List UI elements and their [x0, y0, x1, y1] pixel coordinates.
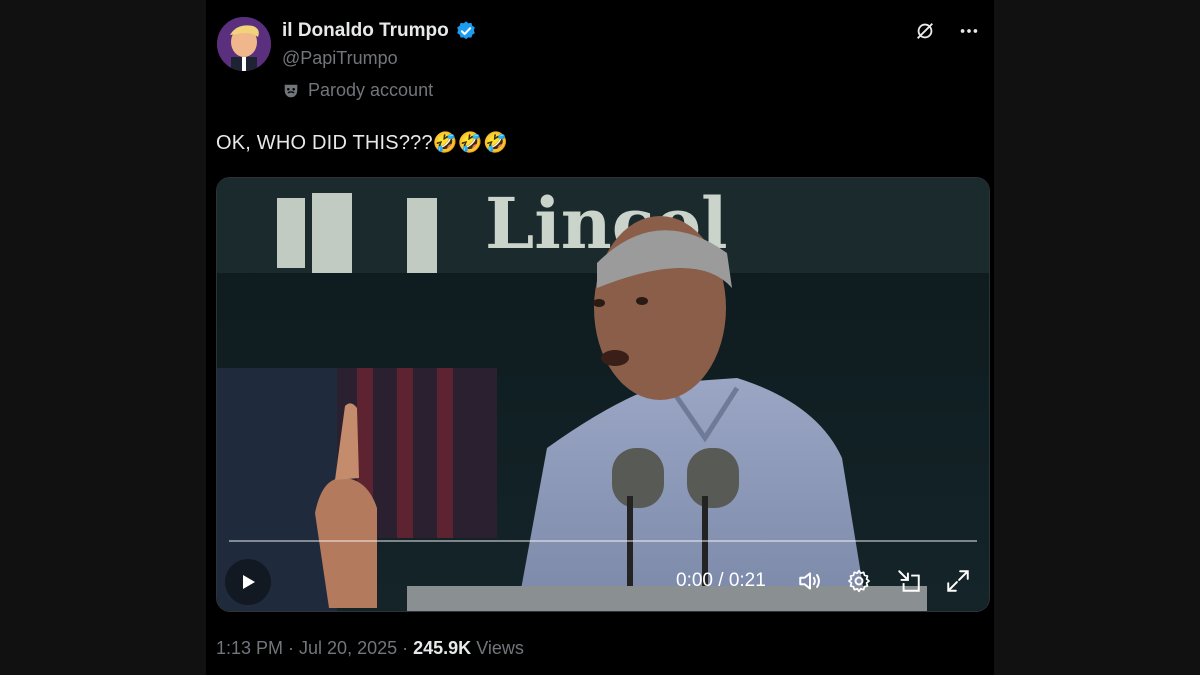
- play-icon: [243, 575, 255, 589]
- views-label: Views: [476, 638, 524, 658]
- parody-label-text: Parody account: [308, 80, 434, 100]
- video-frame: Lincol: [217, 178, 989, 611]
- tweet-timestamp[interactable]: 1:13 PM · Jul 20, 2025 ·: [216, 638, 408, 658]
- picture-in-picture-icon: [898, 570, 920, 592]
- volume-icon: [799, 572, 820, 590]
- tweet-meta: 1:13 PM · Jul 20, 2025 · 245.9K Views: [216, 638, 524, 659]
- video-progress-bar[interactable]: [229, 540, 977, 542]
- volume-button[interactable]: [797, 568, 823, 594]
- settings-button[interactable]: [846, 568, 872, 594]
- tweet-top-actions: [914, 20, 980, 42]
- views-count: 245.9K: [413, 638, 472, 658]
- gear-icon: [848, 569, 870, 593]
- parody-label: Parody account: [282, 80, 433, 101]
- avatar[interactable]: [217, 17, 271, 71]
- fullscreen-icon: [947, 570, 969, 592]
- account-handle[interactable]: @PapiTrumpo: [282, 48, 398, 69]
- fullscreen-button[interactable]: [945, 568, 971, 594]
- verified-badge-icon: [456, 21, 475, 40]
- more-icon[interactable]: [958, 20, 980, 42]
- picture-in-picture-button[interactable]: [896, 568, 922, 594]
- theater-mask-icon: [284, 84, 298, 97]
- grok-icon[interactable]: [914, 20, 936, 42]
- screenshot-stage: il Donaldo Trumpo @PapiTrumpo Parody acc…: [0, 0, 1200, 675]
- tweet-card: il Donaldo Trumpo @PapiTrumpo Parody acc…: [206, 0, 994, 675]
- play-button[interactable]: [225, 559, 271, 605]
- display-name[interactable]: il Donaldo Trumpo: [282, 20, 449, 42]
- tweet-text: OK, WHO DID THIS???🤣🤣🤣: [216, 132, 509, 154]
- account-name-row: il Donaldo Trumpo: [282, 20, 477, 42]
- video-time: 0:00 / 0:21: [676, 570, 766, 591]
- video-player[interactable]: Lincol 0:00 / 0:21: [216, 177, 990, 612]
